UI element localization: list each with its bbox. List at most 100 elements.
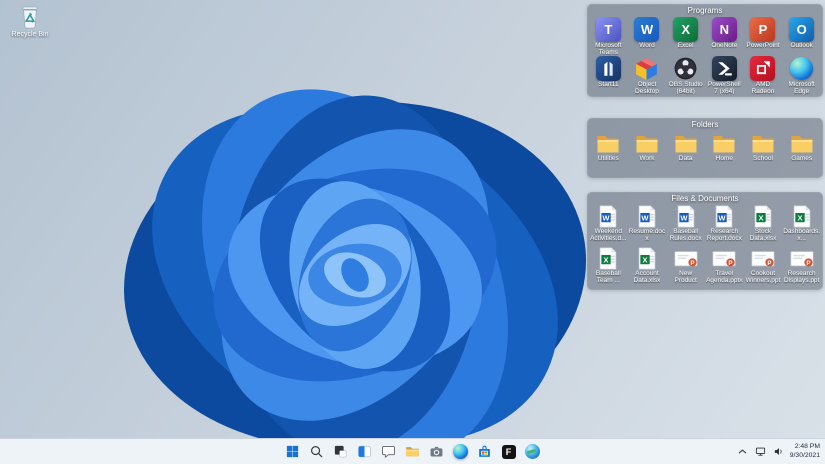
files-item[interactable]: X Stock Data.xlsx xyxy=(744,205,783,247)
store-icon xyxy=(477,444,493,460)
system-tray: 2:48 PM 9/30/2021 xyxy=(736,439,820,464)
recycle-bin[interactable]: Recycle Bin xyxy=(6,4,54,39)
ppt-file-icon: P xyxy=(674,247,698,270)
taskbar-edge-button[interactable] xyxy=(452,443,470,461)
programs-item[interactable]: OBS Studio (64bit) xyxy=(666,56,705,95)
files-item[interactable]: P New Product Pack Desi... xyxy=(666,247,705,289)
clock-date: 9/30/2021 xyxy=(789,451,820,459)
files-item[interactable]: P Cookout Winners.pptx xyxy=(744,247,783,289)
task-view-icon xyxy=(333,444,349,460)
svg-text:P: P xyxy=(690,260,694,267)
onenote-icon: N xyxy=(711,17,737,42)
ppt-file-icon: P xyxy=(751,247,775,270)
ppt-file-icon: P xyxy=(712,247,736,270)
programs-item-label: OBS Studio (64bit) xyxy=(668,81,703,95)
files-item[interactable]: X Baseball Team ... xyxy=(589,247,628,289)
recycle-bin-label: Recycle Bin xyxy=(11,31,49,38)
svg-text:W: W xyxy=(603,213,611,222)
folders-item-label: Games xyxy=(791,155,813,162)
deskscapes-icon xyxy=(525,444,541,460)
fences-icon: F xyxy=(501,444,517,460)
volume-icon[interactable] xyxy=(772,445,786,459)
programs-item[interactable]: Microsoft Edge xyxy=(782,56,821,95)
taskbar-task-view-button[interactable] xyxy=(332,443,350,461)
file-explorer-icon xyxy=(405,444,421,460)
fence-programs: Programs T Microsoft Teams W Word X Excel N… xyxy=(587,4,823,97)
folders-item[interactable]: Data xyxy=(666,131,705,177)
start-icon xyxy=(285,444,301,460)
taskbar-widgets-button[interactable] xyxy=(356,443,374,461)
network-icon[interactable] xyxy=(754,445,768,459)
object-desktop-icon xyxy=(634,56,659,81)
files-item-label: Cookout Winners.pptx xyxy=(745,270,781,285)
fence-files-grid: W Weekend Activities.d... W Resume.docx W … xyxy=(587,205,823,289)
taskbar-store-button[interactable] xyxy=(476,443,494,461)
svg-text:X: X xyxy=(758,213,763,222)
taskbar-clock[interactable]: 2:48 PM 9/30/2021 xyxy=(790,443,820,460)
svg-text:W: W xyxy=(641,213,649,222)
taskbar-deskscapes-button[interactable] xyxy=(524,443,542,461)
programs-item[interactable]: PowerShell 7 (x64) xyxy=(705,56,744,95)
programs-item[interactable]: AMD Radeon Software xyxy=(744,56,783,95)
folders-item[interactable]: School xyxy=(744,131,783,177)
files-item[interactable]: W Weekend Activities.d... xyxy=(589,205,628,247)
files-item[interactable]: P Travel Agenda.pptx xyxy=(705,247,744,289)
word-file-icon: W xyxy=(596,205,620,228)
search-icon xyxy=(309,444,325,460)
files-item-label: Travel Agenda.pptx xyxy=(706,270,743,285)
taskbar-search-button[interactable] xyxy=(308,443,326,461)
programs-item-label: Microsoft Teams xyxy=(595,42,622,56)
chat-icon xyxy=(381,444,397,460)
files-item-label: Baseball Team ... xyxy=(595,270,621,285)
files-item[interactable]: P Research Displays.pptx xyxy=(782,247,821,289)
folder-icon xyxy=(674,133,698,155)
files-item-label: Stock Data.xlsx xyxy=(749,228,777,243)
folders-item[interactable]: Utilities xyxy=(589,131,628,177)
files-item-label: Baseball Rules.docx xyxy=(669,228,702,243)
taskbar-start-button[interactable] xyxy=(284,443,302,461)
files-item[interactable]: W Baseball Rules.docx xyxy=(666,205,705,247)
hidden-icons-chevron-icon[interactable] xyxy=(736,445,750,459)
files-item[interactable]: W Resume.docx xyxy=(628,205,667,247)
taskbar-file-explorer-button[interactable] xyxy=(404,443,422,461)
files-item[interactable]: W Research Report.docx xyxy=(705,205,744,247)
programs-item[interactable]: O Outlook xyxy=(782,17,821,56)
programs-item[interactable]: N OneNote xyxy=(705,17,744,56)
word-icon: W xyxy=(634,17,660,42)
svg-text:W: W xyxy=(719,213,727,222)
fence-programs-titlebar[interactable]: Programs xyxy=(587,4,823,17)
folders-item[interactable]: Work xyxy=(628,131,667,177)
edge-icon xyxy=(789,56,814,81)
programs-item[interactable]: Object Desktop xyxy=(628,56,667,95)
excel-icon: X xyxy=(673,17,699,42)
taskbar-snipping-tool-button[interactable] xyxy=(428,443,446,461)
programs-item-label: Start11 xyxy=(598,81,619,88)
programs-item-label: Outlook xyxy=(790,42,813,49)
programs-item[interactable]: T Microsoft Teams xyxy=(589,17,628,56)
files-item-label: Research Displays.pptx xyxy=(783,270,820,285)
files-item-label: Weekend Activities.d... xyxy=(590,228,627,243)
folder-icon xyxy=(712,133,736,155)
fence-folders-titlebar[interactable]: Folders xyxy=(587,118,823,131)
taskbar-fences-button[interactable]: F xyxy=(500,443,518,461)
files-item[interactable]: X Account Data.xlsx xyxy=(628,247,667,289)
powerpoint-icon: P xyxy=(750,17,776,42)
svg-text:P: P xyxy=(806,260,810,267)
programs-item[interactable]: W Word xyxy=(628,17,667,56)
taskbar-chat-button[interactable] xyxy=(380,443,398,461)
programs-item[interactable]: Start11 xyxy=(589,56,628,95)
svg-text:X: X xyxy=(642,255,647,264)
fence-files-titlebar[interactable]: Files & Documents xyxy=(587,192,823,205)
svg-text:P: P xyxy=(767,260,771,267)
folders-item[interactable]: Home xyxy=(705,131,744,177)
excel-file-icon: X xyxy=(596,247,620,270)
files-item[interactable]: X Dashboards.x... xyxy=(782,205,821,247)
folders-item[interactable]: Games xyxy=(782,131,821,177)
programs-item[interactable]: P PowerPoint xyxy=(744,17,783,56)
svg-text:W: W xyxy=(680,213,688,222)
files-item-label: New Product Pack Desi... xyxy=(668,270,703,285)
outlook-icon: O xyxy=(789,17,815,42)
word-file-icon: W xyxy=(674,205,698,228)
folder-icon xyxy=(790,133,814,155)
programs-item[interactable]: X Excel xyxy=(666,17,705,56)
